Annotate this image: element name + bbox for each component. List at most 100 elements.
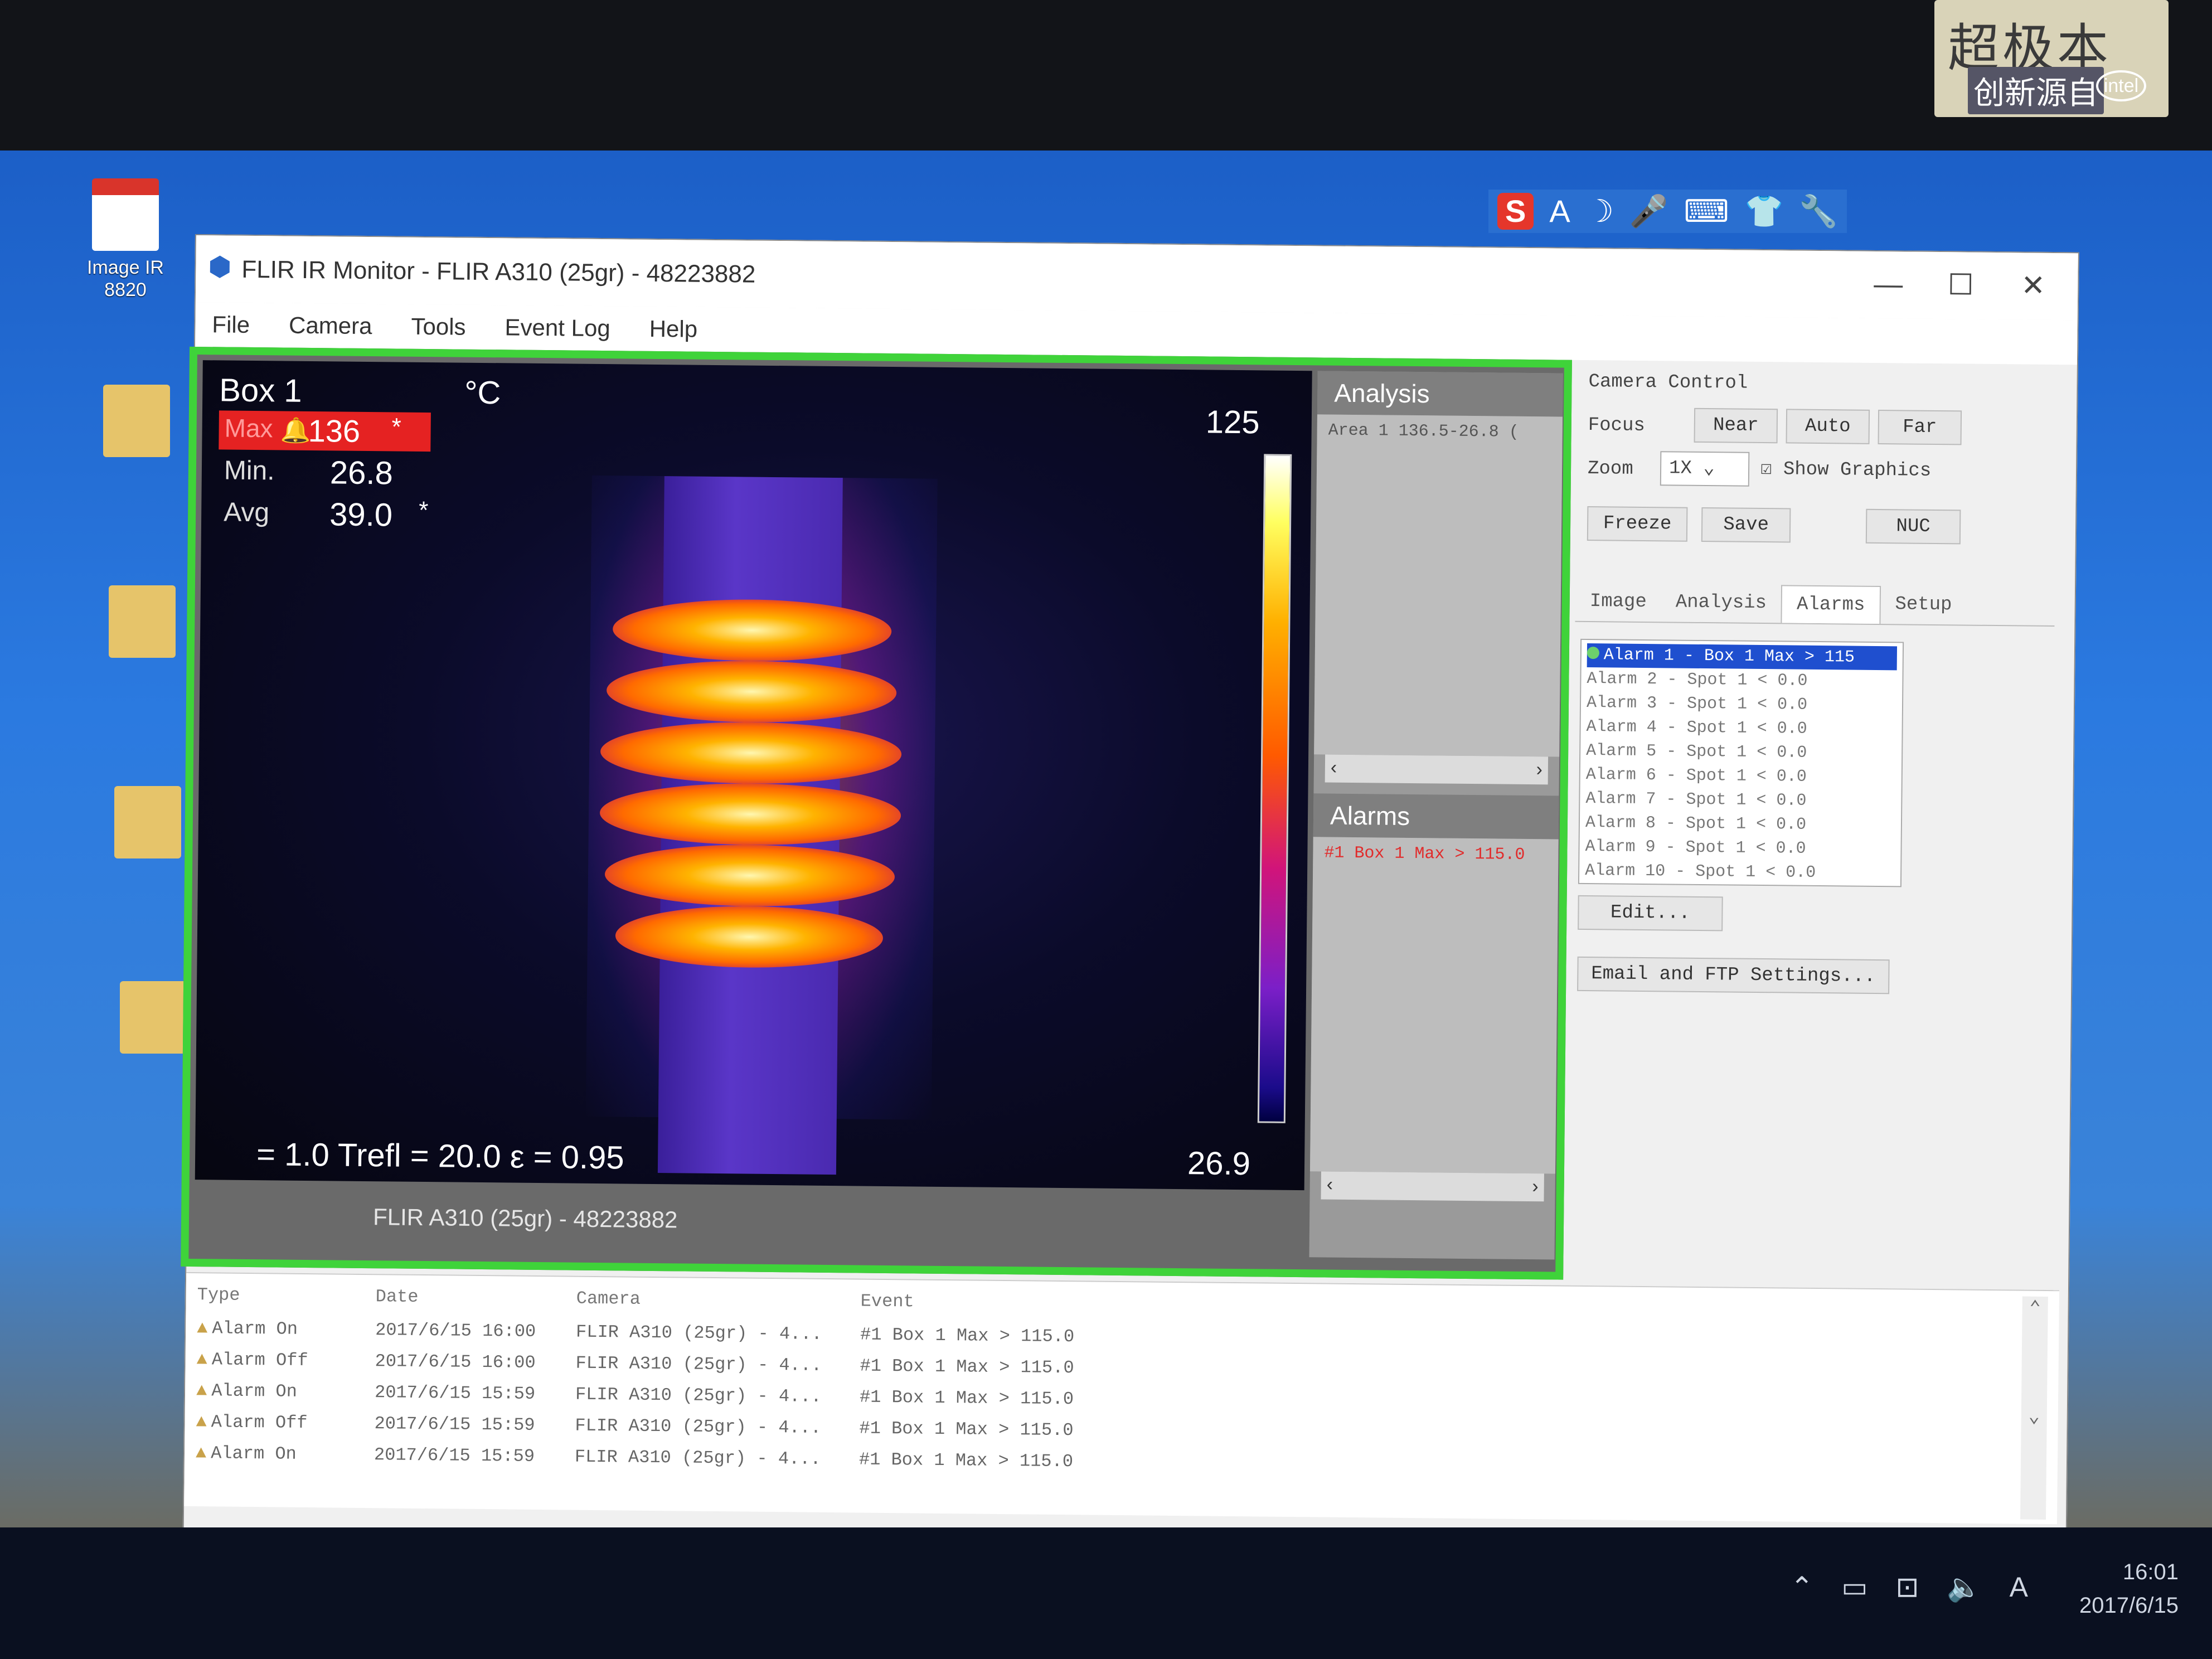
intel-logo: intel xyxy=(2096,70,2146,101)
ime-mode-indicator[interactable]: A xyxy=(2010,1571,2028,1604)
column-camera[interactable]: Camera xyxy=(576,1288,861,1312)
desktop-icon-folder[interactable] xyxy=(95,385,178,463)
network-icon[interactable]: ⊡ xyxy=(1895,1571,1919,1604)
focus-near-button[interactable]: Near xyxy=(1694,408,1778,444)
email-ftp-settings-button[interactable]: Email and FTP Settings... xyxy=(1577,956,1890,995)
mic-icon[interactable]: 🎤 xyxy=(1629,193,1668,230)
ime-toolbar: S A ☽ 🎤 ⌨ 👕 🔧 xyxy=(1488,190,1847,233)
close-button[interactable]: ✕ xyxy=(2000,266,2067,305)
table-row[interactable]: ▲ Alarm On 2017/6/15 15:59 FLIR A310 (25g… xyxy=(196,1380,1250,1411)
measurement-params: = 1.0 Trefl = 20.0 ε = 0.95 xyxy=(256,1136,624,1176)
chevron-up-icon[interactable]: ⌃ xyxy=(1790,1571,1813,1604)
menu-camera[interactable]: Camera xyxy=(289,312,372,339)
column-date[interactable]: Date xyxy=(376,1286,576,1308)
focus-auto-button[interactable]: Auto xyxy=(1786,409,1870,444)
iron-palette-scale xyxy=(1257,454,1292,1123)
shirt-icon[interactable]: 👕 xyxy=(1744,193,1783,230)
table-row[interactable]: ▲ Alarm On 2017/6/15 16:00 FLIR A310 (25g… xyxy=(197,1318,1250,1348)
battery-icon[interactable]: ▭ xyxy=(1841,1571,1867,1604)
max-value: 136 xyxy=(308,413,361,449)
ultrabook-sticker: 超极本 创新源自 intel xyxy=(1934,0,2169,117)
list-item[interactable]: Alarm 8 - Spot 1 < 0.0 xyxy=(1585,811,1895,838)
table-row[interactable]: ▲ Alarm Off 2017/6/15 15:59 FLIR A310 (25… xyxy=(196,1411,1249,1442)
scale-max: 125 xyxy=(1205,404,1260,441)
menu-event-log[interactable]: Event Log xyxy=(505,314,610,342)
list-item[interactable]: Alarm 3 - Spot 1 < 0.0 xyxy=(1587,691,1896,718)
focus-label: Focus xyxy=(1588,415,1646,436)
warning-icon: ▲ xyxy=(195,1443,207,1464)
app-icon: ⬢ xyxy=(208,252,232,282)
scroll-right-icon[interactable]: › xyxy=(1532,1176,1539,1197)
desktop-icon-folder[interactable] xyxy=(100,585,184,663)
zoom-value: 1X xyxy=(1668,458,1692,479)
alarm-list: Alarm 1 - Box 1 Max > 115 Alarm 2 - Spot… xyxy=(1578,638,1904,887)
list-item[interactable]: Alarm 1 - Box 1 Max > 115 xyxy=(1587,643,1898,671)
warning-icon: ▲ xyxy=(196,1380,207,1401)
menu-tools[interactable]: Tools xyxy=(411,313,466,341)
moon-icon[interactable]: ☽ xyxy=(1586,193,1614,230)
tab-analysis[interactable]: Analysis xyxy=(1661,584,1781,623)
column-type[interactable]: Type xyxy=(197,1284,376,1307)
show-graphics-checkbox[interactable]: ☑ Show Graphics xyxy=(1760,457,1932,482)
scroll-left-icon[interactable]: ‹ xyxy=(1327,1174,1333,1196)
event-log-scrollbar[interactable]: ⌃ ⌄ xyxy=(2020,1296,2048,1520)
freeze-button[interactable]: Freeze xyxy=(1587,506,1688,542)
analysis-hscroll[interactable]: ‹ › xyxy=(1325,754,1549,785)
zoom-select[interactable]: 1X ⌄ xyxy=(1660,451,1750,487)
keyboard-icon[interactable]: ⌨ xyxy=(1684,193,1729,230)
ime-indicator[interactable]: A xyxy=(1549,193,1570,230)
list-item[interactable]: Alarm 2 - Spot 1 < 0.0 xyxy=(1587,667,1896,694)
folder-icon xyxy=(103,385,170,457)
system-clock[interactable]: 16:01 2017/6/15 xyxy=(2079,1555,2179,1622)
min-label: Min. xyxy=(224,455,275,486)
monitor-bezel xyxy=(0,0,2212,151)
volume-icon[interactable]: 🔈 xyxy=(1947,1571,1981,1604)
avg-value: 39.0 xyxy=(329,496,393,533)
avg-flag: * xyxy=(419,496,429,525)
active-dot-icon xyxy=(1587,647,1600,659)
list-item[interactable]: Alarm 5 - Spot 1 < 0.0 xyxy=(1586,739,1896,766)
tab-setup[interactable]: Setup xyxy=(1880,586,1967,624)
list-item[interactable]: Alarm 7 - Spot 1 < 0.0 xyxy=(1585,787,1895,814)
alarms-hscroll[interactable]: ‹ › xyxy=(1321,1171,1544,1202)
chevron-down-icon[interactable]: ⌄ xyxy=(2028,1407,2040,1428)
flir-ir-monitor-window: ⬢ FLIR IR Monitor - FLIR A310 (25gr) - 4… xyxy=(181,234,2079,1551)
event-log-table: Type Date Camera Event ▲ Alarm On 2017/6/… xyxy=(184,1272,2059,1525)
list-item[interactable]: Alarm 6 - Spot 1 < 0.0 xyxy=(1586,763,1896,790)
minimize-button[interactable]: — xyxy=(1855,265,1922,304)
edit-button[interactable]: Edit... xyxy=(1578,895,1723,932)
column-event[interactable]: Event xyxy=(861,1291,1251,1316)
warning-icon: ▲ xyxy=(196,1318,208,1339)
camera-control-title: Camera Control xyxy=(1588,371,1748,394)
tab-image[interactable]: Image xyxy=(1575,583,1661,622)
sogou-ime-icon[interactable]: S xyxy=(1497,193,1534,230)
window-title: FLIR IR Monitor - FLIR A310 (25gr) - 482… xyxy=(241,255,756,288)
max-label: Max xyxy=(224,413,273,443)
clock-date: 2017/6/15 xyxy=(2079,1593,2179,1618)
scroll-right-icon[interactable]: › xyxy=(1536,759,1542,780)
table-row[interactable]: ▲ Alarm Off 2017/6/15 16:00 FLIR A310 (25… xyxy=(196,1349,1250,1380)
menu-file[interactable]: File xyxy=(212,311,250,338)
pdf-file-icon xyxy=(92,178,159,251)
wrench-icon[interactable]: 🔧 xyxy=(1799,193,1838,230)
list-item[interactable]: Alarm 4 - Spot 1 < 0.0 xyxy=(1586,715,1896,742)
scroll-left-icon[interactable]: ‹ xyxy=(1331,757,1337,779)
maximize-button[interactable]: ☐ xyxy=(1927,265,1995,305)
avg-label: Avg xyxy=(223,497,270,528)
list-item[interactable]: Alarm 9 - Spot 1 < 0.0 xyxy=(1585,835,1895,862)
tab-alarms[interactable]: Alarms xyxy=(1781,585,1881,624)
viewer-status: FLIR A310 (25gr) - 48223882 xyxy=(194,1185,1304,1258)
desktop-icon-pdf[interactable]: Image IR 8820 xyxy=(84,178,167,301)
analysis-header: Analysis xyxy=(1317,371,1563,417)
analysis-result: Area 1 136.5-26.8 ( xyxy=(1314,414,1563,757)
focus-far-button[interactable]: Far xyxy=(1878,409,1962,445)
menu-help[interactable]: Help xyxy=(649,316,697,343)
thermal-viewer: Box 1 °C Max 🔔 136 * Min. 26.8 Avg 39.0 … xyxy=(181,346,1572,1280)
desktop-icon-folder[interactable] xyxy=(106,786,190,864)
table-row[interactable]: ▲ Alarm On 2017/6/15 15:59 FLIR A310 (25g… xyxy=(196,1443,1249,1473)
thermal-image[interactable]: Box 1 °C Max 🔔 136 * Min. 26.8 Avg 39.0 … xyxy=(195,360,1312,1191)
save-button[interactable]: Save xyxy=(1701,507,1791,543)
nuc-button[interactable]: NUC xyxy=(1865,508,1961,545)
list-item[interactable]: Alarm 10 - Spot 1 < 0.0 xyxy=(1585,859,1895,886)
chevron-up-icon[interactable]: ⌃ xyxy=(2029,1299,2041,1320)
